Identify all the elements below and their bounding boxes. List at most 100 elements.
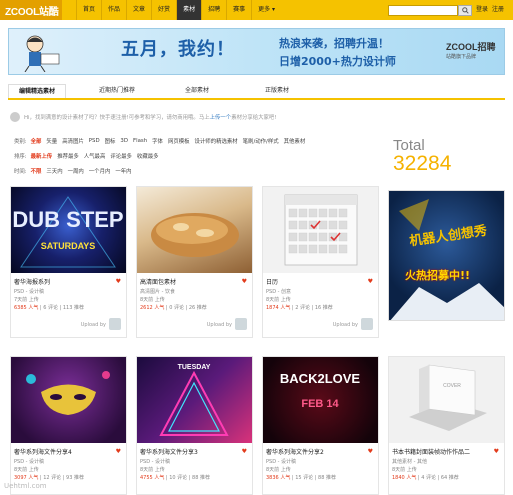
upload-link[interactable]: 上传一个: [210, 115, 232, 121]
recommend-count: 88 推荐: [192, 475, 210, 481]
card-thumbnail[interactable]: [137, 187, 252, 273]
register-link[interactable]: 注册: [492, 0, 504, 20]
material-card[interactable]: 高清面包素材 ♥ 高清图片 - 饮食 8天前 上传 2612 人气 | 0 评论…: [136, 186, 253, 338]
filter-option[interactable]: 推荐最多: [57, 152, 79, 160]
uploader-label: Upload by: [332, 322, 358, 328]
poster-text: BACK2LOVE: [280, 371, 361, 386]
card-title[interactable]: 奢华系列海文件分享3: [140, 447, 198, 456]
nav-materials[interactable]: 素材: [176, 0, 202, 20]
search-button[interactable]: [458, 5, 472, 16]
total-count: 32284: [393, 152, 452, 175]
filter-option[interactable]: 收藏最多: [137, 152, 159, 160]
card-category: 高清图片 - 饮食: [140, 289, 175, 295]
card-thumbnail[interactable]: COVER: [389, 357, 504, 443]
material-card[interactable]: COVER 书本书籍封面装帧动作作品二 ♥ 其他素材 - 其他 8天前 上传 1…: [388, 356, 505, 495]
nav-contests[interactable]: 赛事: [226, 0, 251, 20]
filter-option[interactable]: 一个月内: [89, 167, 111, 175]
recruitment-banner[interactable]: 五月，我约！ 热浪来袭，招聘升温！ 日增2000+热力设计师 ZCOOL招聘 站…: [8, 28, 505, 75]
card-thumbnail[interactable]: BACK2LOVE FEB 14: [263, 357, 378, 443]
robot-show-ad[interactable]: 机器人创想秀 火热招募中!!: [388, 190, 505, 321]
filter-option[interactable]: 三天内: [46, 167, 62, 175]
popularity-count: 1840 人气: [392, 475, 417, 481]
top-nav: ZCOOL站酷 首页 作品 文章 好赏 素材 招聘 赛事 更多 ▾ 登录 注册: [0, 0, 513, 20]
filter-option[interactable]: 图标: [105, 137, 116, 145]
card-title[interactable]: 奢华海报系列: [14, 277, 50, 286]
filter-option[interactable]: 笔刷/动作/样式: [243, 137, 279, 145]
filter-label: 时间:: [14, 169, 27, 175]
filter-option[interactable]: 其他素材: [284, 137, 306, 145]
material-card[interactable]: BACK2LOVE FEB 14 奢华系列海文件分享2 ♥ PSD - 设计稿 …: [262, 356, 379, 495]
recommend-count: 88 推荐: [318, 475, 336, 481]
uploader-avatar[interactable]: [235, 318, 247, 330]
card-upload-time: 8天前 上传: [266, 297, 291, 303]
filter-option[interactable]: 最新上传: [31, 152, 53, 160]
filter-option[interactable]: 全部: [31, 137, 42, 145]
tab-editor-picks[interactable]: 编辑精选素材: [8, 84, 66, 98]
login-link[interactable]: 登录: [476, 0, 488, 20]
material-card[interactable]: TUESDAY 奢华系列海文件分享3 ♥ PSD - 设计稿 8天前 上传 47…: [136, 356, 253, 495]
card-thumbnail[interactable]: [263, 187, 378, 273]
ad-background-art: [390, 199, 504, 320]
filter-option[interactable]: 设计师的精选素材: [195, 137, 238, 145]
card-category: PSD - 设计稿: [14, 289, 45, 295]
tab-hot-recent[interactable]: 近期热门推荐: [88, 84, 146, 98]
uploader-avatar[interactable]: [109, 318, 121, 330]
sort-filter: 排序: 最新上传 推荐最多 人气最高 评论最多 收藏最多: [14, 151, 164, 161]
fire-icon[interactable]: ♥: [242, 448, 247, 455]
filter-option[interactable]: 评论最多: [110, 152, 132, 160]
filter-option[interactable]: 不限: [31, 167, 42, 175]
tab-all-materials[interactable]: 全部素材: [168, 84, 226, 98]
nav-rewards[interactable]: 好赏: [151, 0, 176, 20]
site-logo[interactable]: ZCOOL站酷: [0, 0, 62, 20]
filter-option[interactable]: 一年内: [115, 167, 131, 175]
card-thumbnail[interactable]: [11, 357, 126, 443]
nav-articles[interactable]: 文章: [126, 0, 151, 20]
banner-brand-sub: 站酷旗下品牌: [446, 54, 477, 60]
cover-text: COVER: [443, 383, 461, 389]
material-card[interactable]: 日历 ♥ PSD - 创意 8天前 上传 1874 人气 | 2 评论 | 16…: [262, 186, 379, 338]
card-title[interactable]: 奢华系列海文件分享4: [14, 447, 72, 456]
fire-icon[interactable]: ♥: [242, 278, 247, 285]
filter-option[interactable]: 网页模板: [168, 137, 190, 145]
card-stats: 6385 人气 | 6 评论 | 113 推荐: [14, 305, 84, 311]
search-input[interactable]: [388, 5, 458, 16]
category-filter: 类别: 全部 矢量 高清图片 PSD 图标 3D Flash 字体 网页模板 设…: [14, 136, 310, 146]
tab-licensed[interactable]: 正版素材: [248, 84, 306, 98]
recommend-count: 93 推荐: [66, 475, 84, 481]
chevron-down-icon: ▾: [272, 6, 276, 13]
filter-option[interactable]: 一周内: [68, 167, 84, 175]
fire-icon[interactable]: ♥: [368, 278, 373, 285]
filter-option[interactable]: 3D: [120, 138, 128, 144]
card-upload-time: 8天前 上传: [140, 297, 165, 303]
nav-links: 首页 作品 文章 好赏 素材 招聘 赛事 更多 ▾: [76, 0, 281, 20]
fire-icon[interactable]: ♥: [116, 278, 121, 285]
card-title[interactable]: 高清面包素材: [140, 277, 176, 286]
filter-option[interactable]: 人气最高: [84, 152, 106, 160]
nav-works[interactable]: 作品: [101, 0, 126, 20]
filter-option[interactable]: 矢量: [46, 137, 57, 145]
fire-icon[interactable]: ♥: [494, 448, 499, 455]
material-card[interactable]: 奢华系列海文件分享4 ♥ PSD - 设计稿 8天前 上传 3097 人气 | …: [10, 356, 127, 495]
fire-icon[interactable]: ♥: [368, 448, 373, 455]
nav-jobs[interactable]: 招聘: [201, 0, 226, 20]
filter-option[interactable]: Flash: [133, 138, 147, 144]
popularity-count: 6385 人气: [14, 305, 39, 311]
filter-option[interactable]: 字体: [152, 137, 163, 145]
logo-text: ZCOOL站酷: [5, 6, 59, 18]
nav-more-label: 更多: [258, 6, 271, 13]
card-thumbnail[interactable]: DUB STEP SATURDAYS: [11, 187, 126, 273]
card-title[interactable]: 奢华系列海文件分享2: [266, 447, 324, 456]
card-title[interactable]: 书本书籍封面装帧动作作品二: [392, 447, 470, 456]
card-stats: 4755 人气 | 10 评论 | 88 推荐: [140, 475, 210, 481]
nav-home[interactable]: 首页: [76, 0, 101, 20]
filter-option[interactable]: 高清图片: [62, 137, 84, 145]
fire-icon[interactable]: ♥: [116, 448, 121, 455]
filter-option[interactable]: PSD: [89, 138, 100, 144]
card-thumbnail[interactable]: TUESDAY: [137, 357, 252, 443]
material-card[interactable]: DUB STEP SATURDAYS 奢华海报系列 ♥ PSD - 设计稿 7天…: [10, 186, 127, 338]
uploader-avatar[interactable]: [361, 318, 373, 330]
card-title[interactable]: 日历: [266, 277, 278, 286]
uploader-label: Upload by: [206, 322, 232, 328]
card-category: PSD - 设计稿: [14, 459, 45, 465]
nav-more[interactable]: 更多 ▾: [251, 0, 281, 20]
